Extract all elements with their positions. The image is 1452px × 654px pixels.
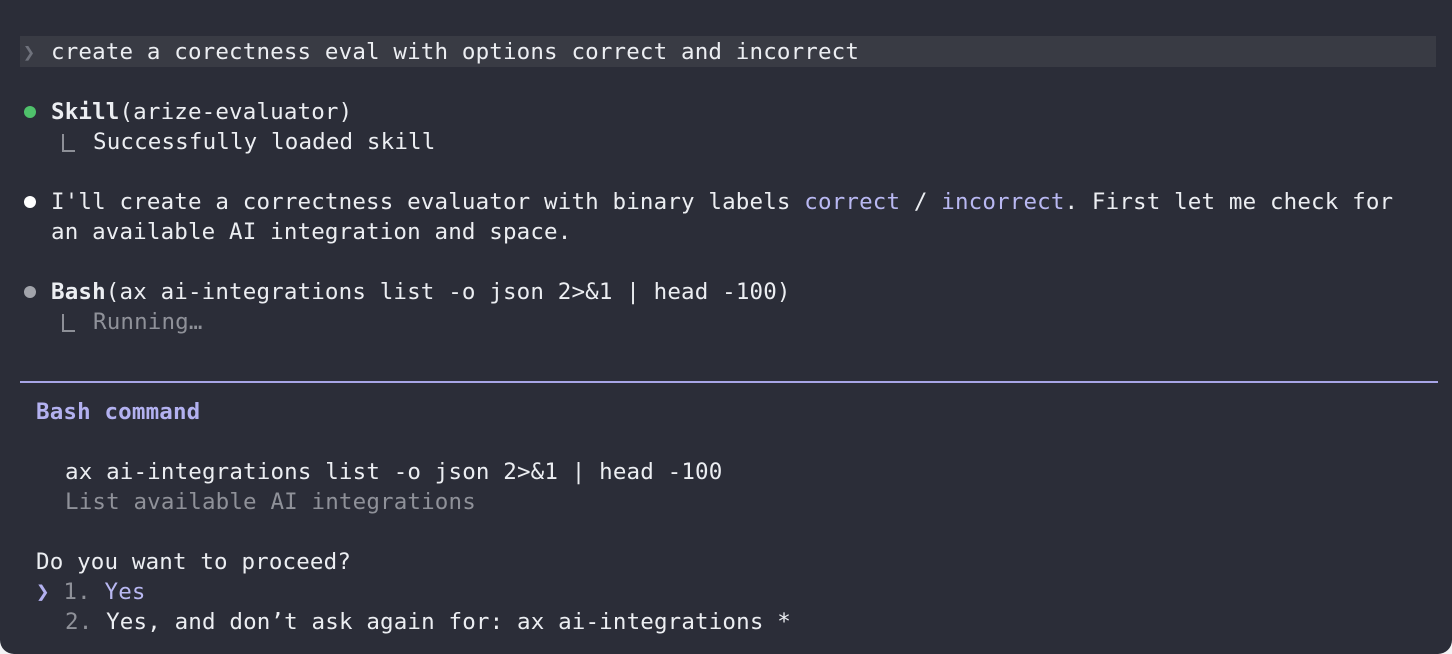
- selection-chevron-icon: ❯: [36, 579, 50, 605]
- bash-tool-call: Bash(ax ai-integrations list -o json 2>&…: [51, 277, 791, 307]
- label-incorrect: incorrect: [941, 189, 1065, 215]
- permission-command: ax ai-integrations list -o json 2>&1 | h…: [65, 459, 723, 485]
- skill-tool-args: (arize-evaluator): [119, 99, 353, 125]
- user-prompt-text: create a corectness eval with options co…: [51, 39, 860, 65]
- permission-description: List available AI integrations: [65, 489, 476, 515]
- tree-branch-icon: [62, 314, 75, 332]
- option-label: Yes, and don’t ask again for: ax ai-inte…: [106, 609, 791, 635]
- label-correct: correct: [804, 189, 901, 215]
- assistant-message-text-end: . First let me check for: [1064, 189, 1394, 215]
- message-bullet-icon: [24, 196, 36, 208]
- option-number: 2.: [65, 609, 93, 635]
- bash-tool-status: Running…: [93, 309, 203, 335]
- permission-divider: [20, 381, 1438, 383]
- assistant-message-line-2: an available AI integration and space.: [51, 219, 572, 245]
- prompt-chevron-icon: ❯: [23, 40, 36, 64]
- option-number: 1.: [63, 579, 91, 605]
- terminal-window: ❯ create a corectness eval with options …: [0, 0, 1452, 654]
- option-label: Yes: [104, 579, 146, 605]
- skill-tool-result: Successfully loaded skill: [93, 129, 436, 155]
- assistant-message-line-1: I'll create a correctness evaluator with…: [51, 187, 1393, 217]
- success-status-dot-icon: [24, 106, 36, 118]
- option-yes[interactable]: ❯ 1. Yes: [36, 577, 146, 607]
- bash-tool-args: (ax ai-integrations list -o json 2>&1 | …: [105, 279, 791, 305]
- bash-tool-name: Bash: [51, 279, 106, 305]
- assistant-message-text: I'll create a correctness evaluator with…: [51, 189, 805, 215]
- tree-branch-icon: [62, 134, 75, 152]
- skill-tool-name: Skill: [51, 99, 120, 125]
- option-yes-dont-ask-again[interactable]: 2. Yes, and don’t ask again for: ax ai-i…: [65, 607, 791, 637]
- skill-tool-call: Skill(arize-evaluator): [51, 97, 352, 127]
- permission-question: Do you want to proceed?: [36, 549, 352, 575]
- pending-status-dot-icon: [24, 286, 36, 298]
- permission-title: Bash command: [36, 399, 201, 425]
- label-separator: /: [900, 189, 942, 215]
